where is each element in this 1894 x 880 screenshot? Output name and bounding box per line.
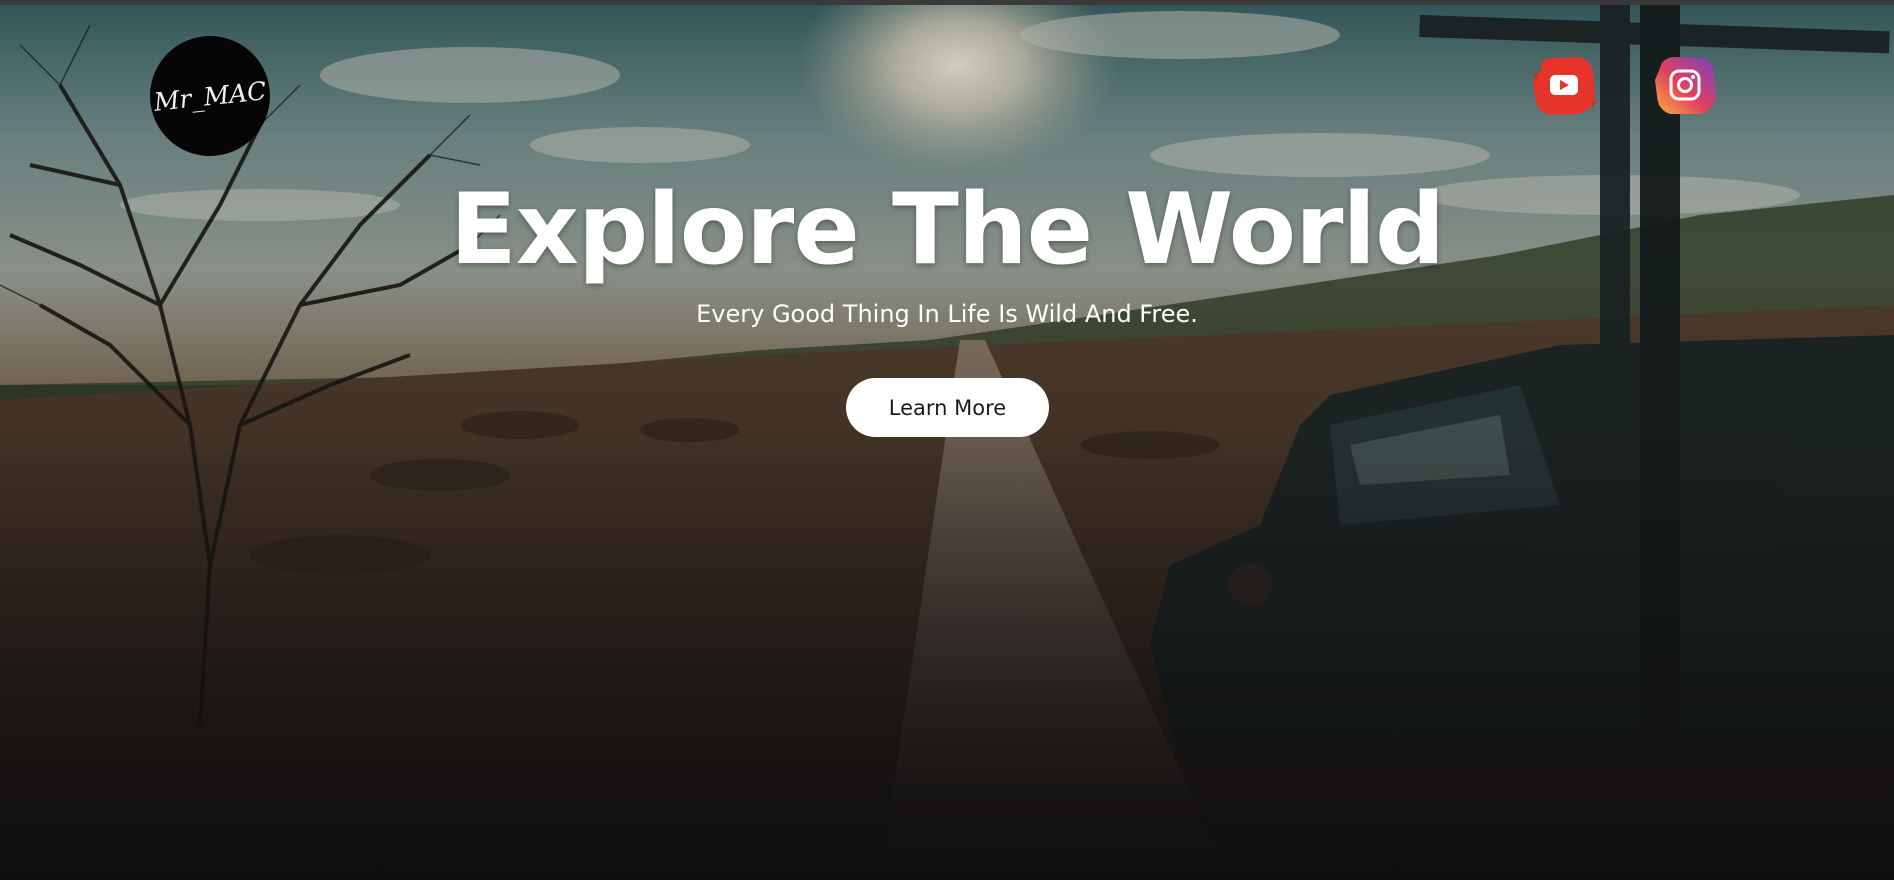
hero-background-image (0, 5, 1894, 880)
instagram-icon (1655, 57, 1716, 114)
instagram-link[interactable] (1652, 52, 1718, 118)
hero-section: Mr_MAC Explore The World Every Good Thin… (0, 5, 1894, 880)
youtube-icon (1533, 57, 1597, 115)
logo-text: Mr_MAC (152, 75, 268, 117)
learn-more-button[interactable]: Learn More (846, 378, 1049, 437)
youtube-link[interactable] (1531, 52, 1597, 118)
hero-subtitle: Every Good Thing In Life Is Wild And Fre… (696, 300, 1198, 328)
hero-title: Explore The World (449, 173, 1445, 287)
